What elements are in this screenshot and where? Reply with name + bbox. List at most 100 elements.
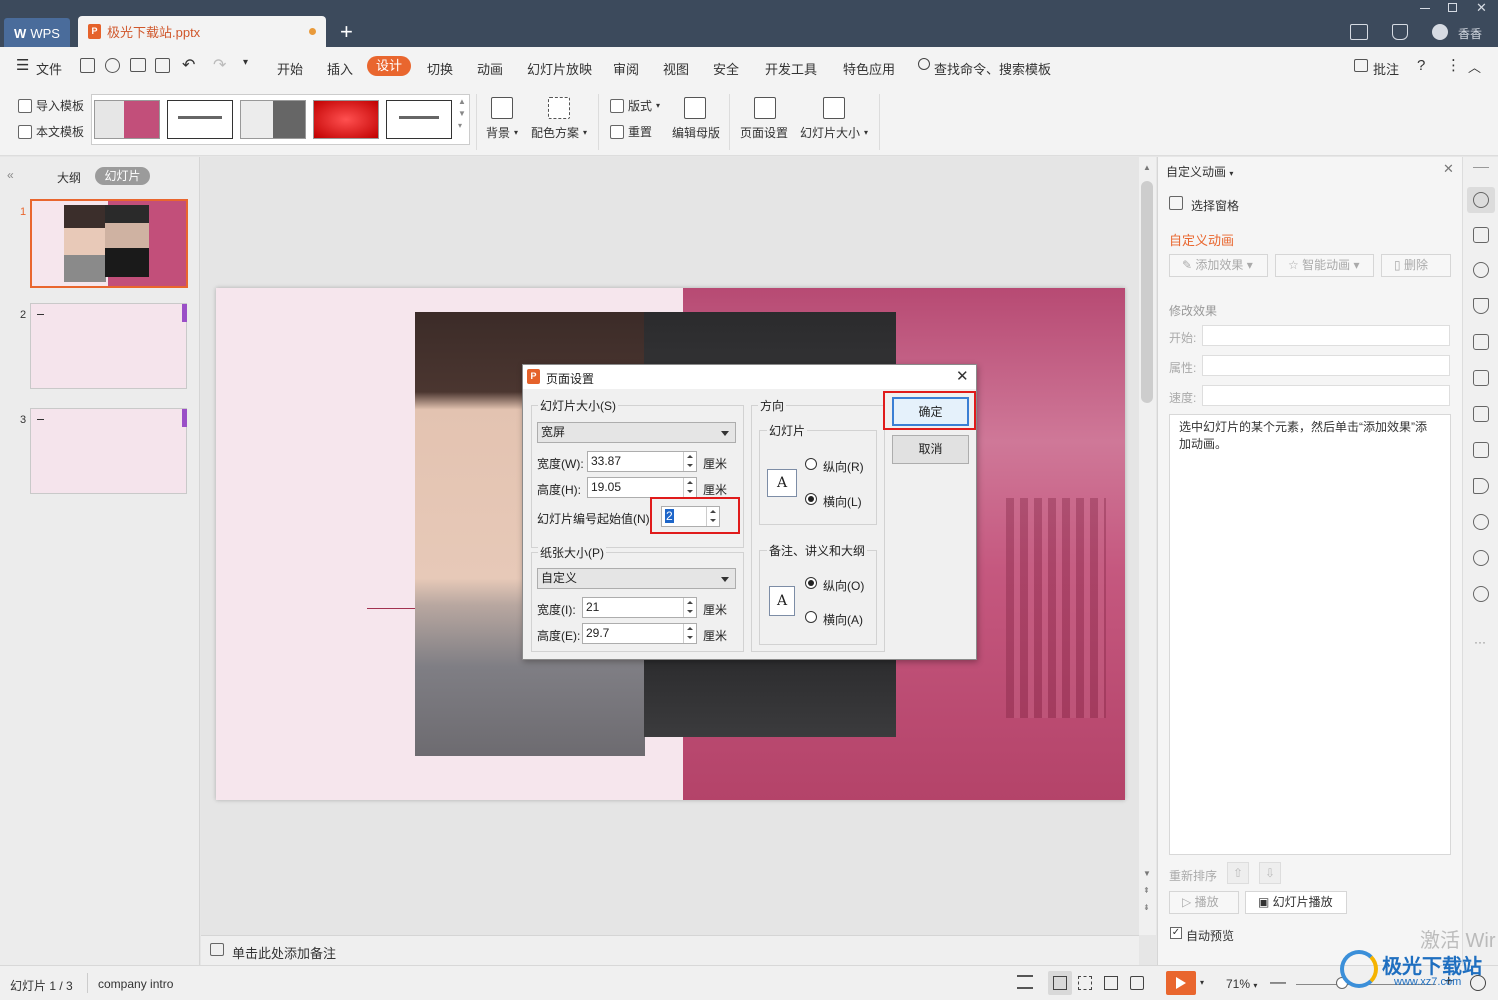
properties-icon[interactable] — [1473, 334, 1489, 350]
notes-page-icon[interactable] — [1130, 976, 1144, 990]
skin-shirt-icon[interactable] — [1392, 24, 1408, 40]
portrait-o-radio[interactable] — [805, 577, 817, 589]
import-template-button[interactable]: 导入模板 — [18, 97, 84, 114]
this-template-button[interactable]: 本文模板 — [18, 123, 84, 140]
menu-slideshow[interactable]: 幻灯片放映 — [527, 59, 592, 78]
history-icon[interactable] — [1473, 550, 1489, 566]
command-search[interactable]: 查找命令、搜索模板 — [934, 59, 1051, 78]
scrollbar-thumb[interactable] — [1141, 181, 1153, 403]
portrait-r-radio[interactable] — [805, 458, 817, 470]
slide-thumbnail-2[interactable] — [30, 303, 187, 389]
wps-home-tab[interactable]: W WPS — [4, 18, 70, 48]
auto-preview-checkbox[interactable]: ✓ — [1170, 927, 1182, 939]
collapse-ribbon-icon[interactable]: ︿ — [1468, 57, 1481, 76]
hamburger-icon[interactable]: ☰ — [16, 56, 29, 74]
width-input[interactable]: 33.87 — [587, 451, 697, 472]
landscape-a-radio[interactable] — [805, 611, 817, 623]
menu-design[interactable]: 设计 — [367, 56, 411, 76]
scroll-page-icons[interactable]: ▼ ⇞ ⇟ — [1143, 865, 1151, 916]
page-setup-button[interactable]: 页面设置 — [740, 124, 788, 141]
notes-placeholder[interactable]: 单击此处添加备注 — [232, 943, 336, 962]
menu-animation[interactable]: 动画 — [477, 59, 503, 78]
speed-select[interactable] — [1202, 385, 1450, 406]
switch-icon[interactable] — [1473, 227, 1489, 243]
export-icon[interactable] — [105, 58, 120, 73]
paper-width-input[interactable]: 21 — [582, 597, 697, 618]
customize-toolbar-icon[interactable]: ▾ — [243, 57, 248, 68]
zoom-level[interactable]: 71% ▾ — [1226, 977, 1257, 991]
reading-view-icon[interactable] — [1104, 976, 1118, 990]
slide-thumbnail-3[interactable] — [30, 408, 187, 494]
spin-arrows-icon[interactable] — [683, 452, 696, 471]
slide-size-select[interactable]: 宽屏 — [537, 422, 736, 443]
help-icon[interactable]: ? — [1417, 57, 1425, 74]
play-options-icon[interactable]: ▾ — [1200, 978, 1204, 987]
menu-view[interactable]: 视图 — [663, 59, 689, 78]
play-slideshow-button[interactable] — [1166, 971, 1196, 995]
play-button[interactable]: ▷ 播放 — [1169, 891, 1239, 914]
close-panel-icon[interactable]: ✕ — [1443, 161, 1454, 177]
zoom-out-icon[interactable]: — — [1270, 974, 1286, 992]
audio-icon[interactable] — [1473, 478, 1489, 494]
paper-size-select[interactable]: 自定义 — [537, 568, 736, 589]
animation-list[interactable]: 选中幻灯片的某个元素，然后单击“添加效果”添加动画。 — [1169, 414, 1451, 855]
slide-thumbnail-1[interactable] — [30, 199, 188, 288]
spin-arrows-icon[interactable] — [683, 598, 696, 617]
notes-bar[interactable]: 单击此处添加备注 — [201, 935, 1139, 965]
close-window-icon[interactable]: ✕ — [1476, 0, 1487, 16]
shield-icon[interactable] — [1473, 514, 1489, 530]
smart-animation-button[interactable]: ☆ 智能动画 ▾ — [1275, 254, 1374, 277]
clipboard-icon[interactable] — [1473, 370, 1489, 386]
user-name[interactable]: 香香 — [1458, 25, 1482, 42]
property-select[interactable] — [1202, 355, 1450, 376]
collapse-panel-icon[interactable]: « — [7, 168, 14, 182]
template-thumb-4[interactable] — [313, 100, 379, 139]
edit-master-button[interactable]: 编辑母版 — [672, 124, 720, 141]
document-tab[interactable]: P 极光下载站.pptx — [78, 16, 326, 47]
avatar[interactable] — [1432, 24, 1448, 40]
sorter-view-icon[interactable] — [1078, 976, 1092, 990]
template-thumb-1[interactable] — [94, 100, 160, 139]
maximize-icon[interactable] — [1448, 3, 1457, 12]
layout-button[interactable]: 版式 ▾ — [610, 97, 660, 114]
menu-insert[interactable]: 插入 — [327, 59, 353, 78]
spin-arrows-icon[interactable] — [683, 478, 696, 497]
window-switch-icon[interactable] — [1350, 24, 1368, 40]
undo-icon[interactable]: ↶ — [182, 55, 195, 75]
landscape-l-label[interactable]: 横向(L) — [823, 493, 862, 510]
menu-review[interactable]: 审阅 — [613, 59, 639, 78]
animation-star-icon[interactable] — [1473, 192, 1489, 208]
panel-title-dropdown[interactable]: 自定义动画 ▾ — [1166, 163, 1233, 180]
box-icon[interactable] — [1473, 406, 1489, 422]
portrait-r-label[interactable]: 纵向(R) — [823, 458, 864, 475]
scroll-up-icon[interactable]: ▲ — [1143, 163, 1151, 172]
menu-features[interactable]: 特色应用 — [843, 59, 895, 78]
delete-button[interactable]: ▯ 删除 — [1381, 254, 1451, 277]
canvas-vertical-scrollbar[interactable]: ▲ ▼ ⇞ ⇟ — [1139, 157, 1156, 935]
fill-icon[interactable] — [1473, 298, 1489, 314]
menu-start[interactable]: 开始 — [277, 59, 303, 78]
cancel-button[interactable]: 取消 — [892, 435, 969, 464]
move-up-icon[interactable]: ⇧ — [1227, 862, 1249, 884]
landscape-l-radio[interactable] — [805, 493, 817, 505]
menu-developer[interactable]: 开发工具 — [765, 59, 817, 78]
normal-view-icon[interactable] — [1053, 976, 1067, 990]
image-icon[interactable] — [1473, 442, 1489, 458]
tab-outline[interactable]: 大纲 — [57, 169, 81, 186]
gallery-scroll-icon[interactable]: ▲ ▼ ▾ — [458, 96, 466, 132]
template-thumb-3[interactable] — [240, 100, 306, 139]
menu-file[interactable]: 文件 — [36, 59, 62, 78]
tab-slides[interactable]: 幻灯片 — [95, 167, 150, 185]
slide-size-button[interactable]: 幻灯片大小 ▾ — [800, 124, 868, 141]
reset-button[interactable]: 重置 — [610, 123, 652, 140]
preview-icon[interactable] — [155, 58, 170, 73]
print-icon[interactable] — [130, 58, 146, 72]
slideshow-button[interactable]: ▣ 幻灯片播放 — [1245, 891, 1347, 914]
redo-icon[interactable]: ↷ — [213, 55, 226, 75]
color-scheme-button[interactable]: 配色方案 ▾ — [531, 124, 587, 141]
paper-height-input[interactable]: 29.7 — [582, 623, 697, 644]
more-icon[interactable]: ⋮ — [1446, 56, 1461, 74]
height-input[interactable]: 19.05 — [587, 477, 697, 498]
comment-button[interactable]: 批注 — [1373, 59, 1399, 78]
new-tab-plus-icon[interactable]: + — [340, 20, 353, 44]
